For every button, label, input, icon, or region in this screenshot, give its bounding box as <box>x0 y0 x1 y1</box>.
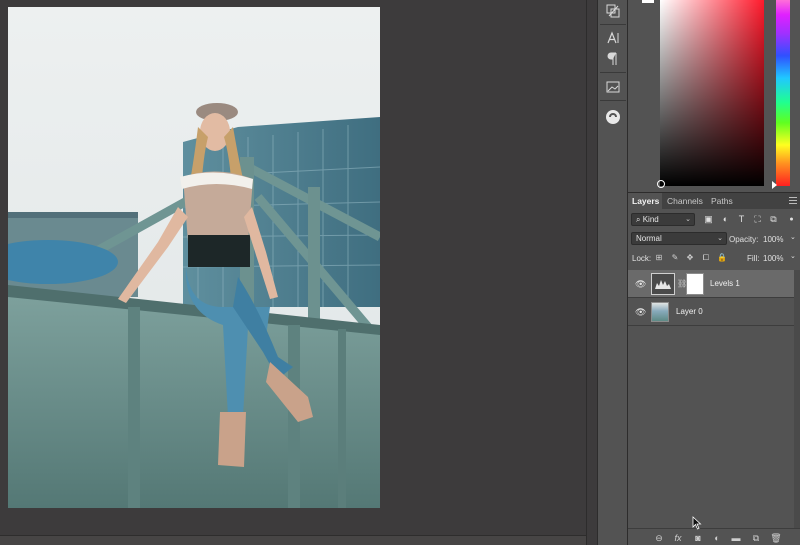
shape-filter-icon[interactable]: ⛶ <box>752 214 763 225</box>
fill-label: Fill: <box>747 254 760 263</box>
adjustment-filter-icon[interactable]: ◐ <box>720 214 731 225</box>
new-layer-icon[interactable]: ⧉ <box>750 532 762 544</box>
panel-dock <box>598 0 628 545</box>
pixel-filter-icon[interactable]: ▣ <box>703 214 714 225</box>
color-picker-marker[interactable] <box>657 180 665 188</box>
canvas-status-strip <box>0 535 586 545</box>
layer-thumbnail[interactable] <box>651 302 669 322</box>
dock-separator <box>600 72 626 73</box>
lock-label: Lock: <box>632 254 652 263</box>
layer-filter-label: Kind <box>642 215 659 224</box>
layers-action-bar: ⊖ fx ◙ ◐ ▬ ⧉ 🗑 <box>628 528 800 545</box>
chevron-down-icon: ⌄ <box>717 235 723 242</box>
add-mask-icon[interactable]: ◙ <box>692 532 704 544</box>
type-filter-icon[interactable]: T <box>736 214 747 225</box>
lock-position-icon[interactable]: ✥ <box>685 253 695 263</box>
new-adjustment-layer-icon[interactable]: ◐ <box>711 532 723 544</box>
layer-row-levels-1[interactable]: 👁 ⛓ Levels 1 <box>628 270 794 298</box>
photo-woman-on-bridge <box>8 7 380 508</box>
search-icon: ⌕ <box>636 215 641 224</box>
lock-image-pixels-icon[interactable]: ✎ <box>670 253 680 263</box>
visibility-eye-icon[interactable]: 👁 <box>635 279 646 289</box>
layer-filter-select[interactable]: ⌕ Kind ⌄ <box>631 213 695 226</box>
foreground-color-swatch[interactable] <box>642 0 654 3</box>
document-image[interactable] <box>8 7 380 508</box>
smart-object-filter-icon[interactable]: ⧉ <box>768 214 779 225</box>
delete-layer-icon[interactable]: 🗑 <box>770 532 782 544</box>
color-panel <box>628 0 800 192</box>
opacity-value[interactable]: 100% <box>763 235 783 244</box>
layer-style-icon[interactable]: fx <box>672 532 684 544</box>
libraries-icon[interactable] <box>601 76 625 98</box>
filter-toggle-icon[interactable]: ● <box>786 214 797 225</box>
fill-chevron-icon[interactable]: ⌄ <box>790 252 796 260</box>
visibility-eye-icon[interactable]: 👁 <box>635 307 646 317</box>
opacity-chevron-icon[interactable]: ⌄ <box>790 233 796 241</box>
lock-all-icon[interactable]: 🔒 <box>717 253 727 263</box>
hue-slider[interactable] <box>776 0 790 186</box>
color-saturation-field[interactable] <box>660 0 764 186</box>
layers-scrollbar[interactable] <box>794 270 800 528</box>
character-icon[interactable] <box>601 27 625 49</box>
fill-value[interactable]: 100% <box>763 254 783 263</box>
layers-panel: Layers Channels Paths ⌕ Kind ⌄ ▣ ◐ T ⛶ ⧉… <box>628 192 800 545</box>
dock-separator <box>600 24 626 25</box>
levels-adjustment-thumbnail[interactable] <box>651 273 675 295</box>
layer-mask-thumbnail[interactable] <box>686 273 704 295</box>
opacity-label: Opacity: <box>729 235 759 244</box>
panel-tab-bar: Layers Channels Paths <box>628 193 800 209</box>
photoshop-window: Layers Channels Paths ⌕ Kind ⌄ ▣ ◐ T ⛶ ⧉… <box>0 0 800 545</box>
dock-separator <box>600 100 626 101</box>
layer-row-layer-0[interactable]: 👁 Layer 0 <box>628 298 794 326</box>
lock-artboard-icon[interactable]: ⧠ <box>701 253 711 263</box>
layer-name[interactable]: Layer 0 <box>676 307 703 317</box>
blend-mode-select[interactable]: Normal ⌄ <box>631 232 727 245</box>
lock-transparent-pixels-icon[interactable]: ⊞ <box>654 253 664 263</box>
layer-name[interactable]: Levels 1 <box>710 279 740 289</box>
paragraph-icon[interactable] <box>601 48 625 70</box>
panel-menu-icon[interactable] <box>789 197 797 204</box>
tab-channels[interactable]: Channels <box>663 193 707 209</box>
link-layers-icon[interactable]: ⊖ <box>653 532 665 544</box>
canvas-area[interactable] <box>0 0 586 535</box>
adjustments-icon[interactable] <box>601 106 625 128</box>
tab-paths[interactable]: Paths <box>707 193 737 209</box>
new-group-icon[interactable]: ▬ <box>730 532 742 544</box>
chevron-down-icon: ⌄ <box>685 216 691 223</box>
mouse-cursor-icon <box>692 516 702 530</box>
blend-mode-value: Normal <box>636 234 662 243</box>
history-icon[interactable] <box>601 0 625 22</box>
panel-divider[interactable] <box>586 0 598 545</box>
tab-layers[interactable]: Layers <box>628 193 662 209</box>
hue-slider-marker[interactable] <box>772 181 777 189</box>
